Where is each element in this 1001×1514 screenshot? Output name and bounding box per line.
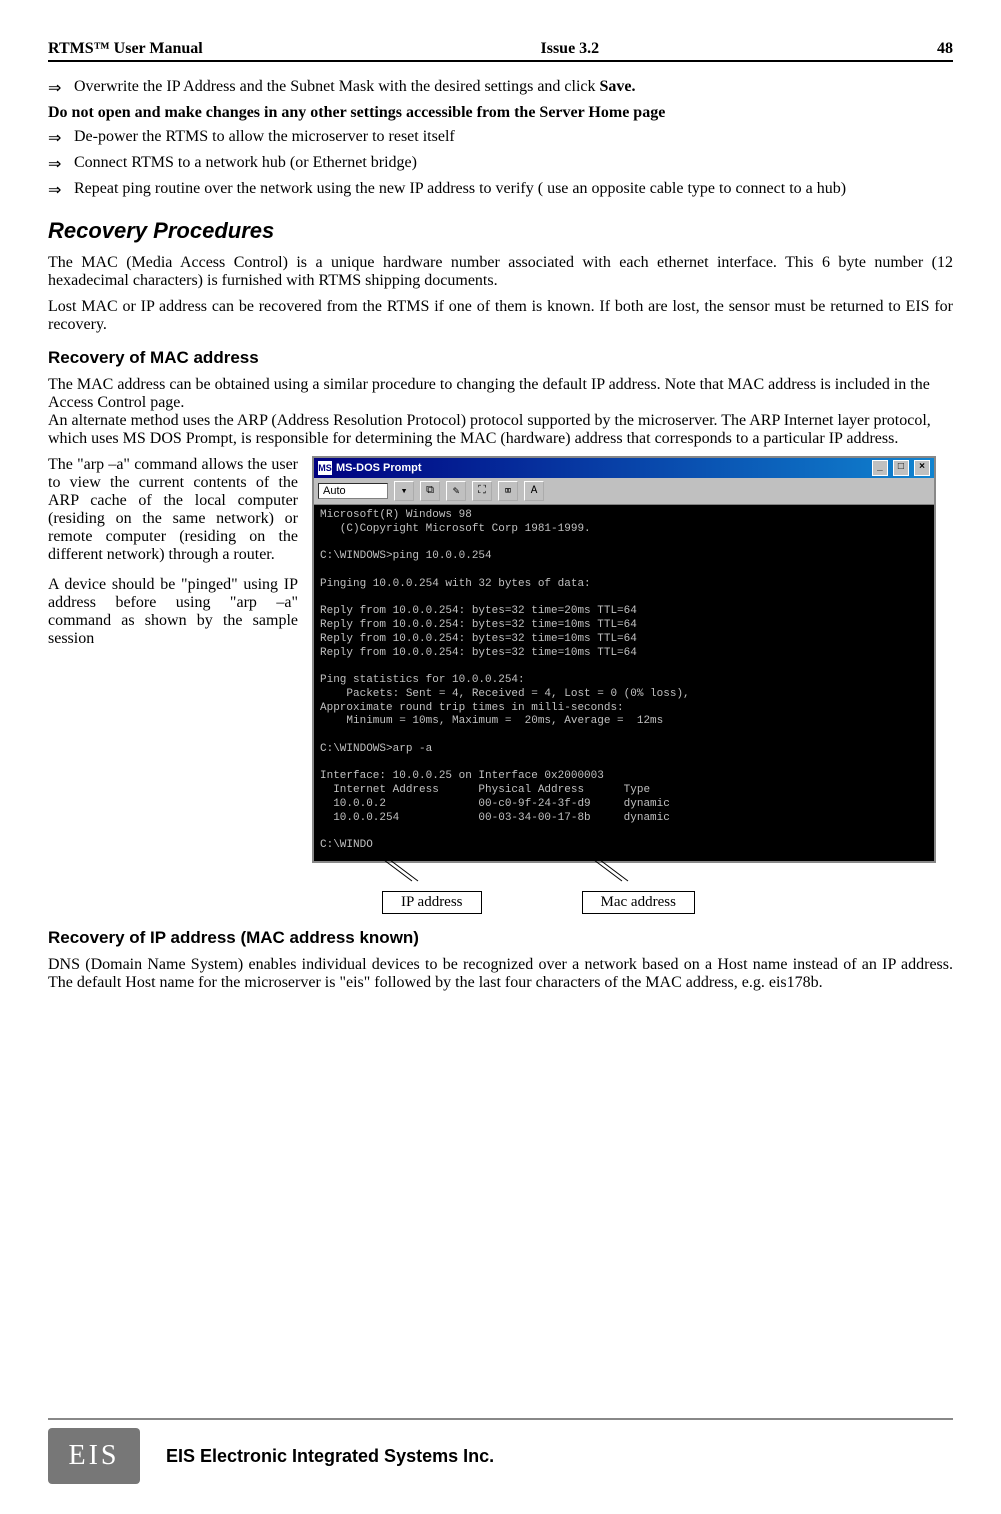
- bullet-text: Connect RTMS to a network hub (or Ethern…: [74, 154, 953, 174]
- warning-line: Do not open and make changes in any othe…: [48, 104, 953, 122]
- toolbar-button[interactable]: ⧉: [420, 481, 440, 501]
- callout-line-icon: [582, 857, 642, 885]
- bullet-text: Repeat ping routine over the network usi…: [74, 180, 953, 200]
- toolbar-button[interactable]: A: [524, 481, 544, 501]
- close-icon[interactable]: ×: [914, 460, 930, 476]
- bullet-item: ⇒ Connect RTMS to a network hub (or Ethe…: [48, 154, 953, 174]
- toolbar-button[interactable]: ✎: [446, 481, 466, 501]
- subsection-heading-ip: Recovery of IP address (MAC address know…: [48, 928, 953, 948]
- toolbar-button[interactable]: ⛶: [472, 481, 492, 501]
- dos-toolbar: Auto ▾ ⧉ ✎ ⛶ ⌧ A: [314, 478, 934, 505]
- window-control-buttons: _ □ ×: [870, 460, 930, 476]
- footer-text: EIS Electronic Integrated Systems Inc.: [166, 1446, 494, 1467]
- toolbar-button[interactable]: ▾: [394, 481, 414, 501]
- maximize-icon[interactable]: □: [893, 460, 909, 476]
- bullet-item: ⇒ De-power the RTMS to allow the microse…: [48, 128, 953, 148]
- paragraph: Lost MAC or IP address can be recovered …: [48, 298, 953, 334]
- paragraph: The MAC address can be obtained using a …: [48, 376, 953, 448]
- dos-titlebar: MS MS-DOS Prompt _ □ ×: [314, 458, 934, 478]
- bullet-item: ⇒ Overwrite the IP Address and the Subne…: [48, 78, 953, 98]
- dos-title-text: MS-DOS Prompt: [336, 462, 422, 474]
- bullet-arrow-icon: ⇒: [48, 78, 74, 98]
- paragraph: DNS (Domain Name System) enables individ…: [48, 956, 953, 992]
- page-footer: EIS EIS Electronic Integrated Systems In…: [0, 1418, 1001, 1514]
- subsection-heading-mac: Recovery of MAC address: [48, 348, 953, 368]
- toolbar-button[interactable]: ⌧: [498, 481, 518, 501]
- dos-window: MS MS-DOS Prompt _ □ × Auto ▾ ⧉ ✎ ⛶ ⌧ A …: [312, 456, 936, 863]
- bullet-text-bold: Save.: [600, 78, 636, 95]
- bullet-text: De-power the RTMS to allow the microserv…: [74, 128, 953, 148]
- msdos-icon: MS: [318, 461, 332, 475]
- page-header: RTMS™ User Manual Issue 3.2 48: [48, 40, 953, 62]
- eis-logo: EIS: [48, 1428, 140, 1484]
- dos-screen-output: Microsoft(R) Windows 98 (C)Copyright Mic…: [314, 505, 934, 861]
- header-left: RTMS™ User Manual: [48, 40, 203, 58]
- callout-line-icon: [372, 857, 432, 885]
- paragraph: A device should be "pinged" using IP add…: [48, 576, 298, 648]
- paragraph: The "arp –a" command allows the user to …: [48, 456, 298, 564]
- bullet-text: Overwrite the IP Address and the Subnet …: [74, 78, 953, 98]
- callout-connectors: [312, 863, 953, 887]
- figure-wrap-block: The "arp –a" command allows the user to …: [48, 456, 953, 914]
- header-center: Issue 3.2: [541, 40, 600, 58]
- bullet-arrow-icon: ⇒: [48, 154, 74, 174]
- dos-figure: MS MS-DOS Prompt _ □ × Auto ▾ ⧉ ✎ ⛶ ⌧ A …: [312, 456, 953, 914]
- header-right: 48: [937, 40, 953, 58]
- bullet-arrow-icon: ⇒: [48, 180, 74, 200]
- callout-mac-address: Mac address: [582, 891, 695, 914]
- bullet-text-part: Overwrite the IP Address and the Subnet …: [74, 78, 600, 95]
- left-text-column: The "arp –a" command allows the user to …: [48, 456, 298, 660]
- bullet-item: ⇒ Repeat ping routine over the network u…: [48, 180, 953, 200]
- callout-row: IP address Mac address: [382, 891, 953, 914]
- bullet-arrow-icon: ⇒: [48, 128, 74, 148]
- paragraph: The MAC (Media Access Control) is a uniq…: [48, 254, 953, 290]
- section-heading-recovery: Recovery Procedures: [48, 218, 953, 244]
- callout-ip-address: IP address: [382, 891, 482, 914]
- minimize-icon[interactable]: _: [872, 460, 888, 476]
- dos-font-select[interactable]: Auto: [318, 483, 388, 499]
